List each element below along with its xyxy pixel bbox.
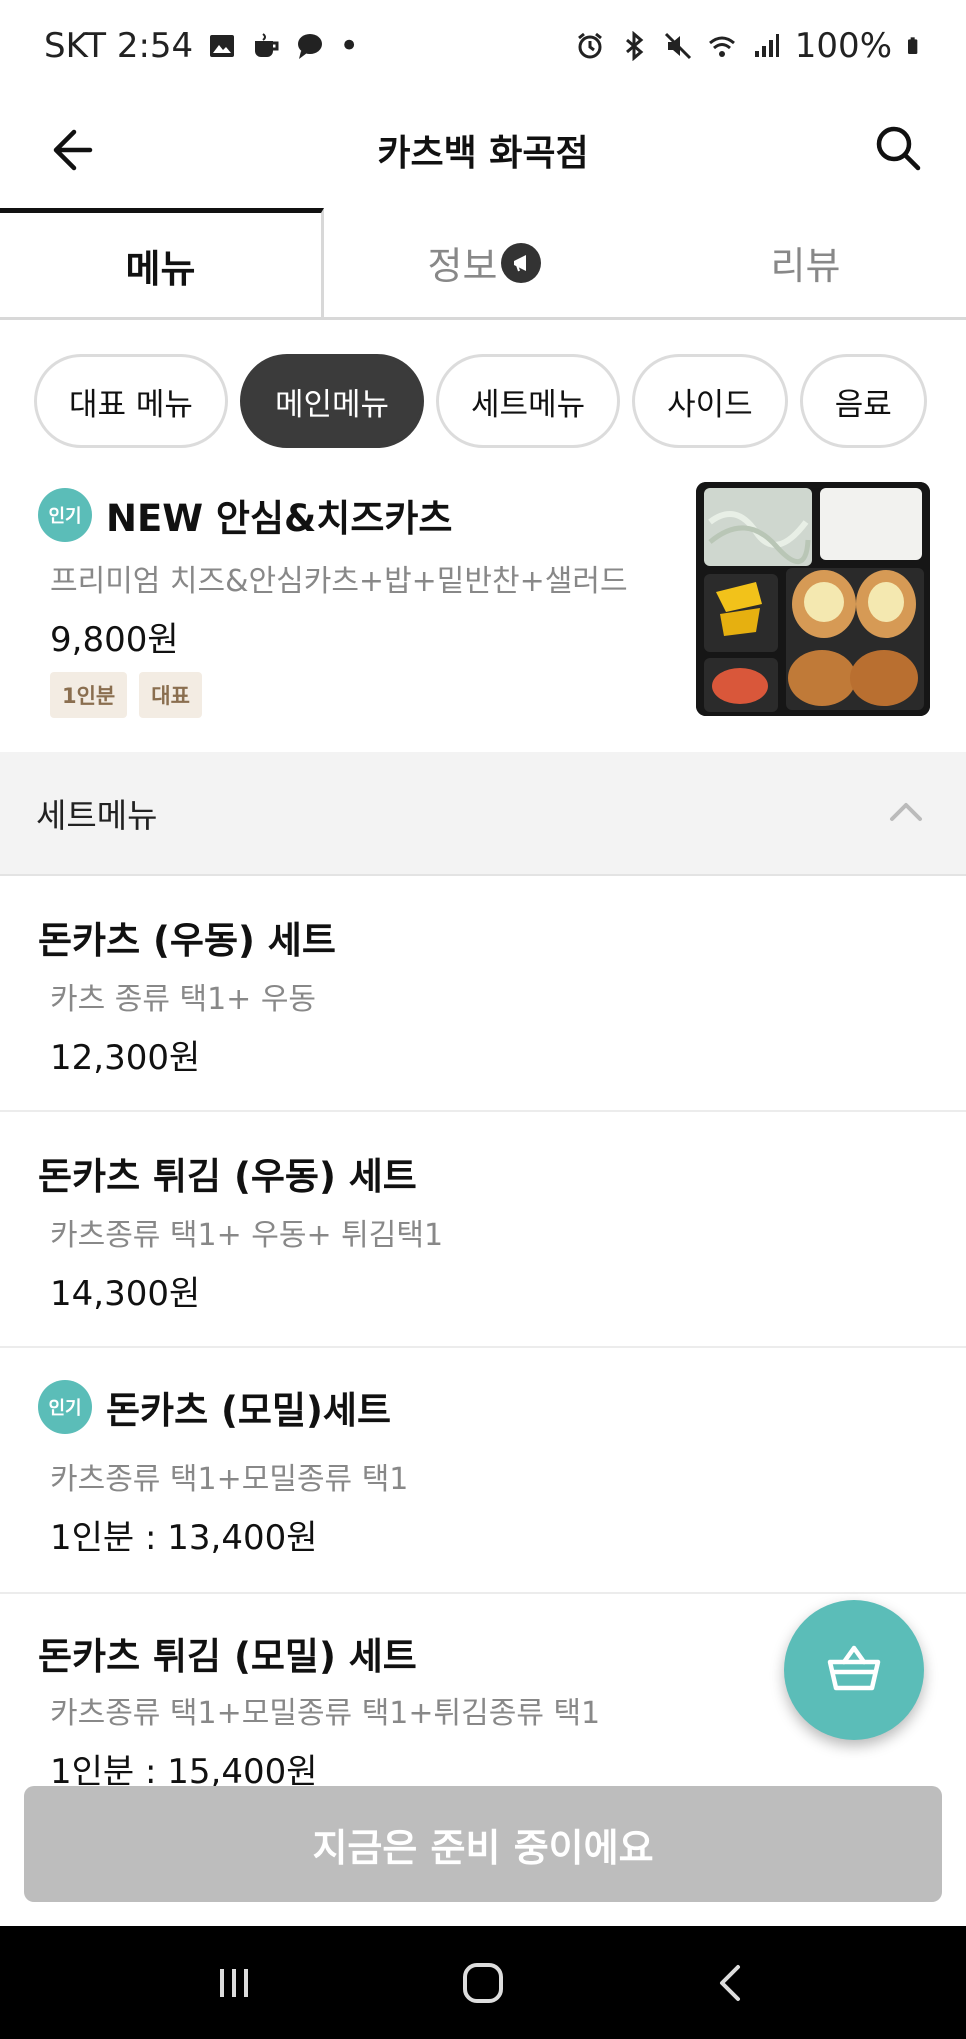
chat-icon [298,34,323,59]
wifi-icon [708,36,735,57]
section-title: 세트메뉴 [36,796,158,835]
popular-badge: 인기 [38,1380,92,1434]
item-name-row: 인기 돈카츠 (모밀)세트 [38,1380,391,1434]
home-icon[interactable] [453,1953,513,2013]
status-right: 100% [575,26,926,66]
chip-set[interactable]: 세트메뉴 [436,354,621,448]
item-name: 돈카츠 (모밀)세트 [106,1389,391,1432]
featured-desc: 프리미엄 치즈&안심카츠+밥+밑반찬+샐러드 [50,564,628,599]
chip-side[interactable]: 사이드 [632,354,788,448]
tab-menu[interactable]: 메뉴 [0,208,324,317]
popular-badge: 인기 [38,488,92,542]
tab-review-label: 리뷰 [770,244,841,288]
item-name-row: 돈카츠 튀김 (모밀) 세트 [38,1626,417,1680]
list-item[interactable]: 돈카츠 (우동) 세트 카츠 종류 택1+ 우동 12,300원 [0,876,966,1112]
recent-apps-icon[interactable] [204,1953,264,2013]
search-icon[interactable] [866,116,930,180]
signal-icon [754,34,779,57]
alarm-icon [577,32,602,59]
featured-price: 9,800원 [50,620,179,660]
featured-food-image [696,482,930,716]
item-name: 돈카츠 튀김 (우동) 세트 [38,1155,417,1198]
status-dot: • [339,26,360,66]
featured-name: NEW 안심&치즈카츠 [106,497,453,540]
store-tabs: 메뉴 정보 리뷰 [0,208,966,320]
tag-signature: 대표 [139,672,202,718]
category-chips: 대표 메뉴 메인메뉴 세트메뉴 사이드 음료 [34,354,927,448]
chevron-up-icon[interactable] [886,793,926,833]
item-desc: 카츠종류 택1+ 우동+ 튀김택1 [50,1218,444,1253]
status-bar: SKT 2:54 • 100% [0,0,966,92]
tag-serving: 1인분 [50,672,128,718]
featured-menu-item[interactable]: 인기 NEW 안심&치즈카츠 프리미엄 치즈&안심카츠+밥+밑반찬+샐러드 9,… [0,470,966,752]
item-price: 12,300원 [50,1038,201,1078]
bento-illustration [696,482,930,716]
item-desc: 카츠 종류 택1+ 우동 [50,982,317,1017]
gallery-icon [210,35,235,57]
app-header: 카츠백 화곡점 [0,92,966,208]
preparing-button[interactable]: 지금은 준비 중이에요 [24,1786,942,1902]
item-desc: 카츠종류 택1+모밀종류 택1+튀김종류 택1 [50,1696,601,1731]
cart-button[interactable] [784,1600,924,1740]
item-desc: 카츠종류 택1+모밀종류 택1 [50,1462,409,1497]
carrier-time: SKT 2:54 [44,26,194,66]
chip-signature[interactable]: 대표 메뉴 [34,354,228,448]
back-icon[interactable] [702,1953,762,2013]
tab-info-label: 정보 [427,244,498,288]
back-arrow-icon[interactable] [40,118,104,182]
basket-icon [827,1645,881,1691]
tab-info[interactable]: 정보 [324,208,645,317]
item-price: 14,300원 [50,1274,201,1314]
featured-tags: 1인분 대표 [50,672,202,718]
chip-main[interactable]: 메인메뉴 [239,354,425,448]
featured-name-row: 인기 NEW 안심&치즈카츠 [38,488,452,542]
item-name: 돈카츠 튀김 (모밀) 세트 [38,1635,417,1678]
notice-icon [501,242,542,283]
item-name-row: 돈카츠 튀김 (우동) 세트 [38,1146,417,1200]
cup-icon [255,33,279,57]
list-item[interactable]: 돈카츠 튀김 (우동) 세트 카츠종류 택1+ 우동+ 튀김택1 14,300원 [0,1112,966,1348]
chip-drink[interactable]: 음료 [799,354,927,448]
tab-menu-label: 메뉴 [125,246,196,291]
system-nav-bar [0,1926,966,2039]
item-name: 돈카츠 (우동) 세트 [38,919,336,962]
battery-icon [908,37,918,54]
store-title: 카츠백 화곡점 [377,133,589,174]
item-price: 1인분 : 13,400원 [50,1518,318,1558]
battery-text: 100% [794,26,892,66]
mute-icon [664,32,691,60]
bluetooth-icon [625,31,644,61]
tab-review[interactable]: 리뷰 [645,208,966,317]
status-left: SKT 2:54 • [44,26,359,66]
set-menu-section-header[interactable]: 세트메뉴 [0,752,966,876]
item-name-row: 돈카츠 (우동) 세트 [38,910,336,964]
list-item[interactable]: 인기 돈카츠 (모밀)세트 카츠종류 택1+모밀종류 택1 1인분 : 13,4… [0,1348,966,1594]
